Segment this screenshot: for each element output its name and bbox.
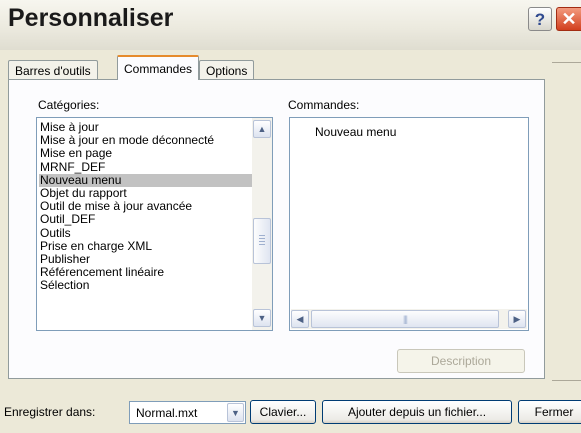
tab-options[interactable]: Options <box>199 60 255 79</box>
scrollbar-thumb[interactable]: ||| <box>311 310 499 328</box>
close-button[interactable]: Fermer <box>518 400 581 424</box>
add-from-file-button[interactable]: Ajouter depuis un fichier... <box>322 400 512 424</box>
scroll-down-icon[interactable]: ▼ <box>253 309 271 327</box>
list-item[interactable]: Outils <box>39 226 252 240</box>
categories-items: Mise à jour Mise à jour en mode déconnect… <box>39 120 252 292</box>
commands-hscrollbar[interactable]: ◀ ||| ▶ <box>291 309 527 329</box>
commands-label: Commandes: <box>288 98 360 112</box>
help-button[interactable]: ? <box>528 7 552 31</box>
list-item[interactable]: Nouveau menu <box>315 125 396 139</box>
list-item[interactable]: MRNF_DEF <box>39 160 252 174</box>
keyboard-button[interactable]: Clavier... <box>250 400 316 424</box>
scrollbar-thumb[interactable] <box>253 218 271 264</box>
divider <box>552 62 581 63</box>
list-item[interactable]: Mise en page <box>39 147 252 160</box>
list-item[interactable]: Prise en charge XML <box>39 239 252 253</box>
save-in-select[interactable]: Normal.mxt ▼ <box>129 401 246 424</box>
save-in-value: Normal.mxt <box>136 406 198 420</box>
list-item[interactable]: Sélection <box>39 279 252 292</box>
scroll-right-icon[interactable]: ▶ <box>508 310 526 328</box>
list-item[interactable]: Nouveau menu <box>39 173 252 187</box>
close-icon[interactable]: ✕ <box>556 7 581 31</box>
save-in-label: Enregistrer dans: <box>4 405 96 419</box>
scroll-up-icon[interactable]: ▲ <box>253 120 271 138</box>
tab-commandes[interactable]: Commandes <box>117 55 200 80</box>
chevron-down-icon[interactable]: ▼ <box>227 403 244 422</box>
scroll-left-icon[interactable]: ◀ <box>291 310 309 328</box>
divider <box>552 380 581 381</box>
list-item[interactable]: Outil_DEF <box>39 213 252 226</box>
window-title: Personnaliser <box>8 4 174 32</box>
categories-scrollbar[interactable]: ▲ ▼ <box>252 118 272 330</box>
commands-list[interactable]: Nouveau menu ◀ ||| ▶ <box>289 117 529 331</box>
categories-list[interactable]: Mise à jour Mise à jour en mode déconnect… <box>36 117 273 331</box>
tab-barres-outils[interactable]: Barres d'outils <box>8 60 98 79</box>
description-button[interactable]: Description <box>397 349 525 373</box>
categories-label: Catégories: <box>38 98 100 112</box>
